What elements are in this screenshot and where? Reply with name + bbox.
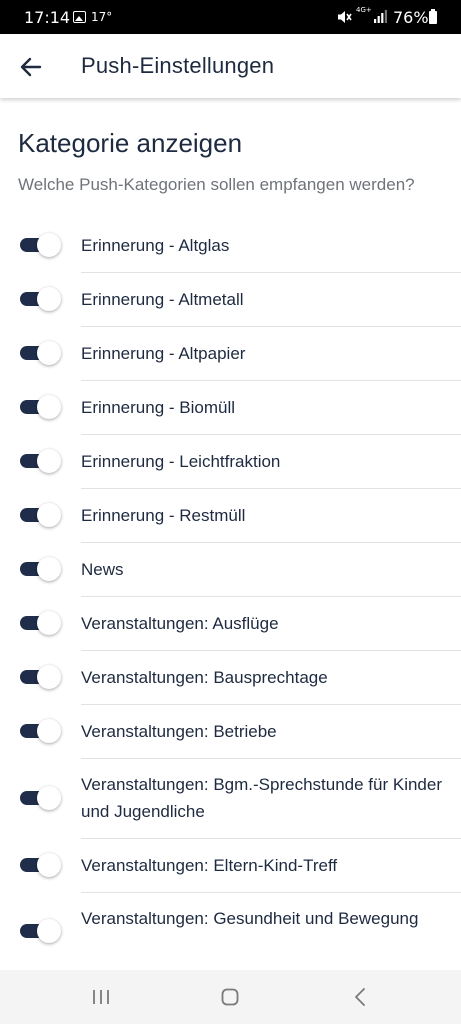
mute-icon: [336, 9, 352, 30]
category-label: Erinnerung - Altpapier: [81, 344, 246, 363]
category-toggle[interactable]: [19, 719, 61, 743]
category-label: News: [81, 560, 124, 579]
home-icon: [221, 988, 239, 1006]
toggle-thumb: [37, 853, 61, 877]
system-nav-bar: [0, 970, 461, 1024]
category-label: Erinnerung - Restmüll: [81, 506, 246, 525]
category-toggle[interactable]: [19, 919, 61, 943]
section-title: Kategorie anzeigen: [18, 128, 243, 158]
category-row[interactable]: Erinnerung - Altglas: [0, 219, 461, 273]
category-toggle[interactable]: [19, 449, 61, 473]
system-back-button[interactable]: [340, 982, 380, 1012]
status-bar: 17:14 17° 4G+ 76%: [0, 0, 461, 34]
toggle-thumb: [37, 341, 61, 365]
category-row[interactable]: News: [0, 543, 461, 597]
recent-apps-icon: [93, 990, 109, 1004]
settings-content[interactable]: Kategorie anzeigen Welche Push-Kategorie…: [0, 98, 461, 970]
category-toggle[interactable]: [19, 557, 61, 581]
category-row[interactable]: Veranstaltungen: Betriebe: [0, 705, 461, 759]
system-back-icon: [355, 988, 365, 1006]
category-toggle[interactable]: [19, 395, 61, 419]
category-row[interactable]: Veranstaltungen: Bausprechtage: [0, 651, 461, 705]
toggle-thumb: [37, 786, 61, 810]
category-toggle[interactable]: [19, 786, 61, 810]
toggle-thumb: [37, 449, 61, 473]
category-row[interactable]: Erinnerung - Restmüll: [0, 489, 461, 543]
toggle-thumb: [37, 503, 61, 527]
recent-apps-button[interactable]: [81, 982, 121, 1012]
category-row[interactable]: Erinnerung - Biomüll: [0, 381, 461, 435]
status-time: 17:14: [24, 8, 71, 27]
category-toggle[interactable]: [19, 853, 61, 877]
toggle-thumb: [37, 919, 61, 943]
toggle-thumb: [37, 395, 61, 419]
category-toggle[interactable]: [19, 287, 61, 311]
arrow-left-icon: [20, 57, 42, 77]
category-toggle[interactable]: [19, 233, 61, 257]
category-row[interactable]: Veranstaltungen: Ausflüge: [0, 597, 461, 651]
category-toggle[interactable]: [19, 341, 61, 365]
category-label: Erinnerung - Altmetall: [81, 290, 244, 309]
network-type: 4G+: [356, 6, 372, 14]
category-row[interactable]: Erinnerung - Altmetall: [0, 273, 461, 327]
section-subtitle: Welche Push-Kategorien sollen empfangen …: [18, 175, 415, 194]
category-toggle[interactable]: [19, 665, 61, 689]
category-label: Veranstaltungen: Eltern-Kind-Treff: [81, 856, 338, 875]
category-toggle[interactable]: [19, 611, 61, 635]
category-row[interactable]: Erinnerung - Altpapier: [0, 327, 461, 381]
battery-percentage: 76%: [393, 8, 429, 27]
toggle-thumb: [37, 611, 61, 635]
category-label: Veranstaltungen: Bausprechtage: [81, 668, 328, 687]
category-row[interactable]: Erinnerung - Leichtfraktion: [0, 435, 461, 489]
app-bar: Push-Einstellungen: [0, 34, 461, 98]
category-label: Veranstaltungen: Gesundheit und Bewegung: [81, 909, 419, 928]
category-label: Veranstaltungen: Betriebe: [81, 722, 277, 741]
category-label: Veranstaltungen: Bgm.-Sprechstunde für K…: [81, 775, 442, 821]
category-row[interactable]: Veranstaltungen: Bgm.-Sprechstunde für K…: [0, 759, 461, 839]
signal-icon: [374, 10, 388, 28]
back-button[interactable]: [14, 50, 48, 84]
toggle-thumb: [37, 557, 61, 581]
category-label: Veranstaltungen: Ausflüge: [81, 614, 279, 633]
page-title: Push-Einstellungen: [81, 53, 275, 78]
status-temperature: 17°: [91, 10, 113, 24]
category-label: Erinnerung - Altglas: [81, 236, 230, 255]
battery-icon: [429, 9, 437, 24]
category-row[interactable]: Veranstaltungen: Eltern-Kind-Treff: [0, 839, 461, 893]
toggle-thumb: [37, 665, 61, 689]
category-label: Erinnerung - Biomüll: [81, 398, 236, 417]
image-icon: [73, 11, 86, 23]
category-toggle[interactable]: [19, 503, 61, 527]
toggle-thumb: [37, 287, 61, 311]
toggle-thumb: [37, 233, 61, 257]
home-button[interactable]: [210, 982, 250, 1012]
category-label: Erinnerung - Leichtfraktion: [81, 452, 281, 471]
toggle-thumb: [37, 719, 61, 743]
category-row[interactable]: Veranstaltungen: Gesundheit und Bewegung: [0, 893, 461, 970]
